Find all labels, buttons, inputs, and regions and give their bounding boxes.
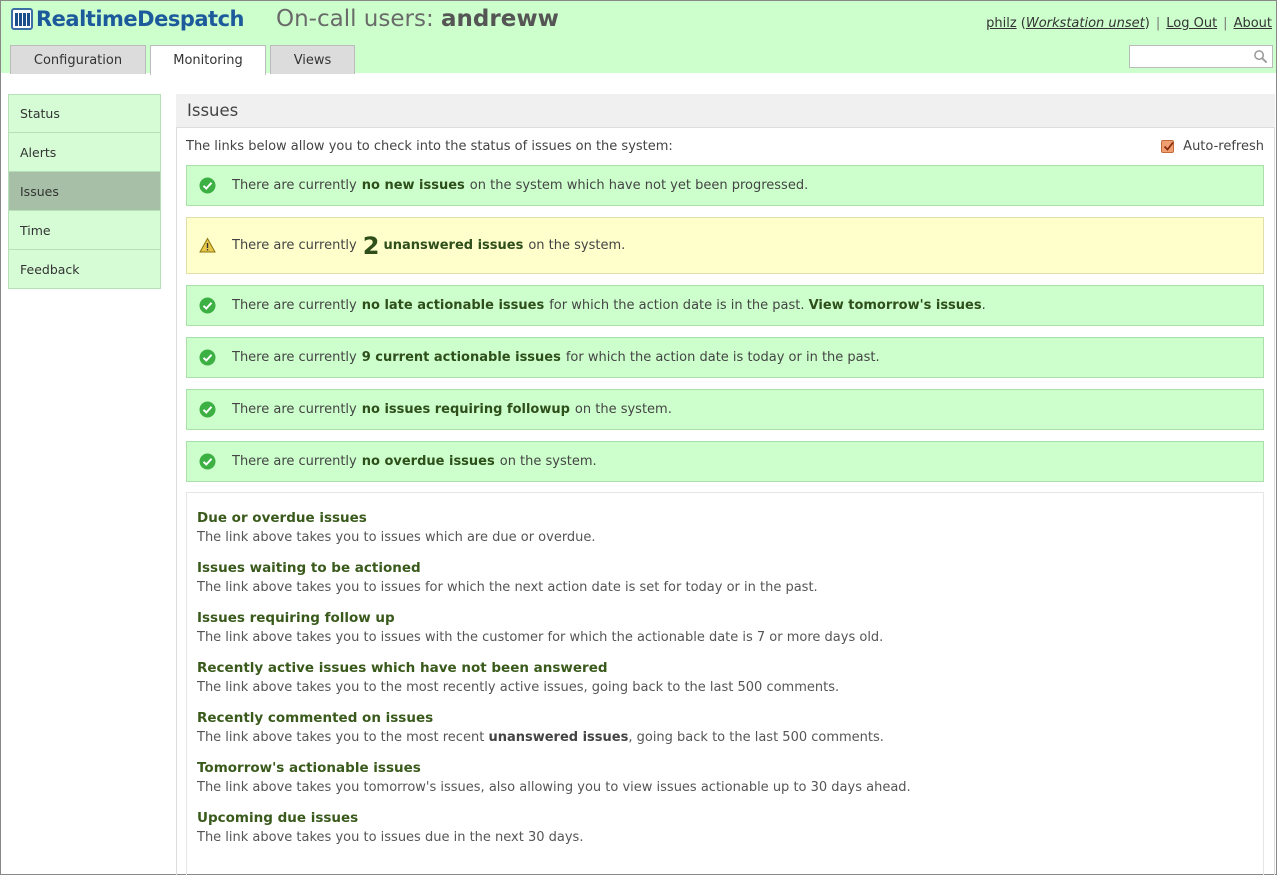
status-message-current-issues: There are currently 9 current actionable … <box>186 337 1264 378</box>
sidebar: Status Alerts Issues Time Feedback <box>8 94 161 289</box>
unanswered-issues-link[interactable]: unanswered issues <box>383 238 523 253</box>
message-text: There are currently <box>232 350 357 365</box>
help-description: The link above takes you to the most rec… <box>197 680 840 695</box>
sidebar-item-issues[interactable]: Issues <box>8 172 161 211</box>
autorefresh-label: Auto-refresh <box>1183 139 1264 154</box>
status-message-followup-issues: There are currently no issues requiring f… <box>186 389 1264 430</box>
help-title: Recently active issues which have not be… <box>197 660 608 676</box>
logo-text-part2: Despatch <box>137 7 244 31</box>
late-issues-link[interactable]: no late actionable issues <box>362 298 544 313</box>
help-title: Recently commented on issues <box>197 710 434 726</box>
check-circle-icon <box>199 297 216 314</box>
message-text: on the system. <box>528 238 626 253</box>
status-message-overdue-issues: There are currently no overdue issues on t… <box>186 441 1264 482</box>
help-description: The link above takes you to issues which… <box>197 530 596 545</box>
help-description: The link above takes you to issues for w… <box>197 580 818 595</box>
message-text: on the system. <box>499 454 597 469</box>
page-title-user: andreww <box>441 6 559 32</box>
main-tabs: Configuration Monitoring Views <box>10 45 355 75</box>
status-message-new-issues: There are currently no new issues on the s… <box>186 165 1264 206</box>
user-links: philz (Workstation unset) | Log Out | About <box>986 16 1272 31</box>
issues-panel: The links below allow you to check into … <box>176 127 1275 875</box>
help-item: Issues waiting to be actioned The link a… <box>197 560 1253 610</box>
check-circle-icon <box>199 401 216 418</box>
page-title: On-call users: andreww <box>276 6 559 32</box>
about-link[interactable]: About <box>1234 16 1272 31</box>
help-title: Tomorrow's actionable issues <box>197 760 421 776</box>
panel-heading: Issues <box>176 94 1275 127</box>
header: RealtimeDespatch On-call users: andreww … <box>1 1 1276 75</box>
search-icon[interactable] <box>1253 49 1268 64</box>
status-message-unanswered-issues: There are currently 2 unanswered issues on … <box>186 217 1264 274</box>
help-item: Recently commented on issues The link ab… <box>197 710 1253 760</box>
tab-views[interactable]: Views <box>270 45 355 74</box>
status-message-late-issues: There are currently no late actionable is… <box>186 285 1264 326</box>
help-title: Issues requiring follow up <box>197 610 395 626</box>
logo-text-part1: Realtime <box>36 7 138 31</box>
intro-text: The links below allow you to check into … <box>186 139 673 154</box>
help-description: The link above takes you tomorrow's issu… <box>197 780 911 795</box>
help-description: The link above takes you to issues due i… <box>197 830 584 845</box>
autorefresh-checkbox[interactable] <box>1161 140 1175 153</box>
overdue-issues-link[interactable]: no overdue issues <box>362 454 495 469</box>
help-title: Upcoming due issues <box>197 810 359 826</box>
unanswered-count[interactable]: 2 <box>363 232 380 260</box>
followup-issues-link[interactable]: no issues requiring followup <box>362 402 570 417</box>
view-tomorrows-issues-link[interactable]: View tomorrow's issues <box>809 298 982 313</box>
check-circle-icon <box>199 177 216 194</box>
help-section: Due or overdue issues The link above tak… <box>186 492 1264 875</box>
search-input[interactable] <box>1129 45 1273 68</box>
warning-icon <box>199 237 216 253</box>
help-description: The link above takes you to issues with … <box>197 630 884 645</box>
check-circle-icon <box>199 349 216 366</box>
autorefresh-toggle[interactable]: Auto-refresh <box>1161 139 1264 154</box>
current-issues-link[interactable]: 9 current actionable issues <box>362 350 561 365</box>
help-item: Issues requiring follow up The link abov… <box>197 610 1253 660</box>
message-text: for which the action date is in the past… <box>549 298 805 313</box>
help-title: Issues waiting to be actioned <box>197 560 421 576</box>
help-title: Due or overdue issues <box>197 510 367 526</box>
sidebar-item-status[interactable]: Status <box>8 94 161 133</box>
tab-monitoring[interactable]: Monitoring <box>150 45 266 75</box>
logout-link[interactable]: Log Out <box>1166 16 1217 31</box>
message-text: for which the action date is today or in… <box>565 350 880 365</box>
help-item: Upcoming due issues The link above takes… <box>197 810 1253 860</box>
user-link[interactable]: philz <box>986 16 1017 31</box>
help-item: Due or overdue issues The link above tak… <box>197 510 1253 560</box>
message-text: There are currently <box>232 298 357 313</box>
sidebar-item-feedback[interactable]: Feedback <box>8 250 161 289</box>
workstation-link[interactable]: Workstation unset <box>1026 16 1145 31</box>
help-item: Tomorrow's actionable issues The link ab… <box>197 760 1253 810</box>
help-description: The link above takes you to the most rec… <box>197 730 884 745</box>
message-text: There are currently <box>232 402 357 417</box>
page-title-prefix: On-call users: <box>276 6 434 32</box>
message-text: There are currently <box>232 454 357 469</box>
message-text: on the system which have not yet been pr… <box>469 178 809 193</box>
sidebar-item-alerts[interactable]: Alerts <box>8 133 161 172</box>
help-item: Recently active issues which have not be… <box>197 660 1253 710</box>
logo[interactable]: RealtimeDespatch <box>11 6 244 32</box>
tab-configuration[interactable]: Configuration <box>10 45 146 74</box>
new-issues-link[interactable]: no new issues <box>362 178 465 193</box>
check-circle-icon <box>199 453 216 470</box>
sidebar-item-time[interactable]: Time <box>8 211 161 250</box>
message-text: on the system. <box>574 402 672 417</box>
logo-icon <box>11 8 33 30</box>
message-text: There are currently <box>232 178 357 193</box>
message-text: There are currently <box>232 238 357 253</box>
